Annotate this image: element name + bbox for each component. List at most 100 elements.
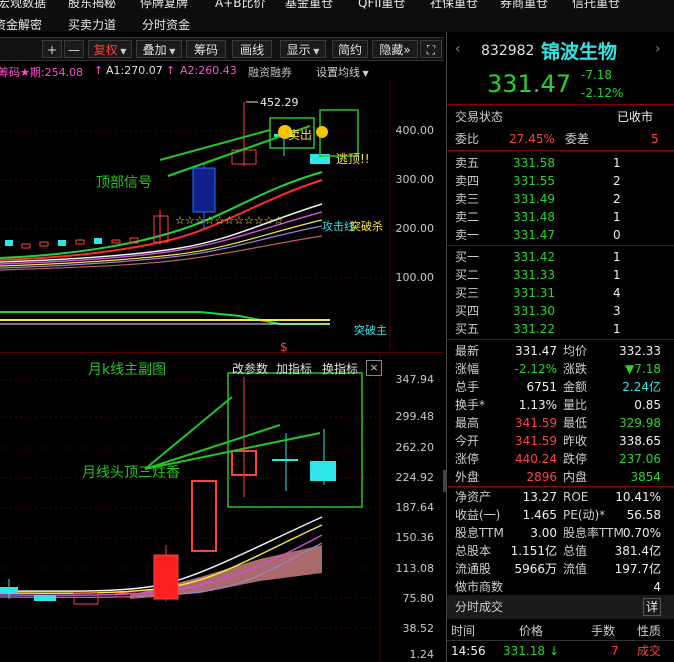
- subchart-title: 月k线主副图: [88, 362, 167, 378]
- dollar-marker: $: [280, 340, 288, 354]
- stat-label: 昨收: [563, 434, 588, 448]
- overlay-label: 叠加: [142, 43, 167, 57]
- menu-buy-sell-power[interactable]: 买卖力道: [68, 16, 116, 33]
- menu-qfii[interactable]: QFII重仓: [358, 0, 405, 11]
- monthly-kline-subchart[interactable]: [0, 355, 444, 662]
- forward-chevron-icon[interactable]: ›: [655, 40, 661, 58]
- display-dropdown[interactable]: 显示 ▼: [280, 40, 326, 58]
- buy4-price[interactable]: 331.30: [513, 302, 555, 320]
- change-params-link[interactable]: 改参数: [232, 360, 268, 377]
- margin-trading-link[interactable]: 融资融券: [248, 64, 292, 80]
- fin-label: PE(动)*: [563, 508, 606, 522]
- weibi-label: 委比: [455, 132, 480, 146]
- stat-value: 332.33: [619, 344, 661, 358]
- menu-macro-data[interactable]: 宏观数据: [0, 0, 46, 11]
- top-menu-bar: 宏观数据 股东揭秘 停牌复牌 A+B比价 基金重仓 QFII重仓 社保重仓 券商…: [0, 0, 674, 32]
- fin-label: 收益(一): [455, 508, 501, 522]
- down-arrow-icon: ↓: [549, 644, 560, 658]
- sell3-label: 卖三: [455, 192, 480, 206]
- buy4-vol: 3: [613, 304, 621, 318]
- stat-label: 涨跌: [563, 362, 588, 376]
- stat-label: 量比: [563, 398, 588, 412]
- ticks-detail-button[interactable]: 详: [643, 598, 662, 616]
- fin-value: 0.70%: [622, 526, 661, 540]
- sell5-price[interactable]: 331.58: [513, 154, 555, 172]
- fin-value: 197.7亿: [614, 562, 661, 576]
- back-chevron-icon[interactable]: ‹: [455, 40, 461, 58]
- sell4-price[interactable]: 331.55: [513, 172, 555, 190]
- zoom-in-button[interactable]: +: [42, 40, 62, 58]
- menu-fund-decrypt[interactable]: 资金解密: [0, 16, 42, 33]
- arrow-icon: ↑: [166, 64, 176, 77]
- sub-y-tick: 113.08: [395, 562, 435, 575]
- sell1-price[interactable]: 331.47: [513, 226, 555, 244]
- menu-intraday-funds[interactable]: 分时资金: [142, 16, 190, 33]
- ticks-col-time: 时间: [451, 624, 476, 638]
- fuquan-dropdown[interactable]: 复权 ▼: [88, 40, 132, 58]
- buy1-price[interactable]: 331.42: [513, 248, 555, 266]
- buy5-price[interactable]: 331.22: [513, 320, 555, 338]
- simple-button[interactable]: 简约: [332, 40, 368, 58]
- three-incense-annotation: 月线头顶三炷香: [82, 465, 180, 481]
- buy4-label: 买四: [455, 304, 480, 318]
- hide-button[interactable]: 隐藏»: [372, 40, 418, 58]
- draw-line-button[interactable]: 画线: [232, 40, 272, 58]
- sell2-price[interactable]: 331.48: [513, 208, 555, 226]
- stat-label: 涨停: [455, 452, 480, 466]
- ma-settings-dropdown[interactable]: 设置均线 ▼: [316, 64, 369, 80]
- ticks-col-nature: 性质: [637, 624, 662, 638]
- fin-value: 56.58: [626, 508, 661, 522]
- fin-value: [501, 578, 557, 596]
- y-tick-200: 200.00: [395, 222, 435, 235]
- sell4-label: 卖四: [455, 174, 480, 188]
- trade-status-value: 已收市: [617, 110, 654, 124]
- fin-value: 381.4亿: [614, 544, 661, 558]
- fin-label: 股息TTM: [455, 526, 504, 540]
- y-tick-300: 300.00: [395, 173, 435, 186]
- menu-fund-heavy[interactable]: 基金重仓: [285, 0, 333, 11]
- fullscreen-button[interactable]: ⛶: [420, 40, 442, 58]
- switch-indicator-link[interactable]: 换指标: [322, 360, 358, 377]
- tick-price: 331.18: [503, 644, 545, 658]
- buy2-price[interactable]: 331.33: [513, 266, 555, 284]
- sell1-vol: 0: [613, 228, 621, 242]
- menu-shareholder[interactable]: 股东揭秘: [68, 0, 116, 11]
- fin-label: 流值: [563, 562, 588, 576]
- display-label: 显示: [286, 43, 311, 57]
- zoom-out-button[interactable]: —: [64, 40, 84, 58]
- sell-signal-label: 卖出: [288, 128, 313, 142]
- sell2-label: 卖二: [455, 210, 480, 224]
- menu-broker[interactable]: 券商重仓: [500, 0, 548, 11]
- sub-y-tick: 38.52: [402, 622, 435, 635]
- overlay-dropdown[interactable]: 叠加 ▼: [136, 40, 182, 58]
- menu-social-security[interactable]: 社保重仓: [430, 0, 478, 11]
- stat-label: 总手: [455, 380, 480, 394]
- chevron-down-icon: ▼: [310, 47, 320, 56]
- fin-label: 做市商数: [455, 580, 504, 594]
- stat-value: 341.59: [515, 434, 557, 448]
- pane-divider[interactable]: [0, 352, 444, 353]
- add-indicator-link[interactable]: 加指标: [276, 360, 312, 377]
- menu-trust[interactable]: 信托重仓: [572, 0, 620, 11]
- stat-value: 3854: [630, 470, 661, 484]
- a2-readout: A2:260.43: [180, 64, 237, 77]
- buy1-vol: 1: [613, 250, 621, 264]
- stat-label: 涨幅: [455, 362, 480, 376]
- smiley-icon: [316, 126, 328, 138]
- menu-suspension[interactable]: 停牌复牌: [140, 0, 188, 11]
- close-icon[interactable]: ×: [366, 360, 382, 376]
- stat-value: 440.24: [515, 452, 557, 466]
- stat-value: 2896: [526, 470, 557, 484]
- stat-label: 今开: [455, 434, 480, 448]
- high-price-label: 452.29: [260, 96, 299, 109]
- buy5-label: 买五: [455, 322, 480, 336]
- menu-ab-compare[interactable]: A+B比价: [215, 0, 266, 11]
- escape-top-label: 逃顶!!: [336, 152, 370, 166]
- stat-value: 237.06: [619, 452, 661, 466]
- sell5-label: 卖五: [455, 156, 480, 170]
- chips-button[interactable]: 筹码: [186, 40, 226, 58]
- sell3-price[interactable]: 331.49: [513, 190, 555, 208]
- buy3-price[interactable]: 331.31: [513, 284, 555, 302]
- sell5-vol: 1: [613, 156, 621, 170]
- price-change-pct: -2.12%: [581, 86, 624, 100]
